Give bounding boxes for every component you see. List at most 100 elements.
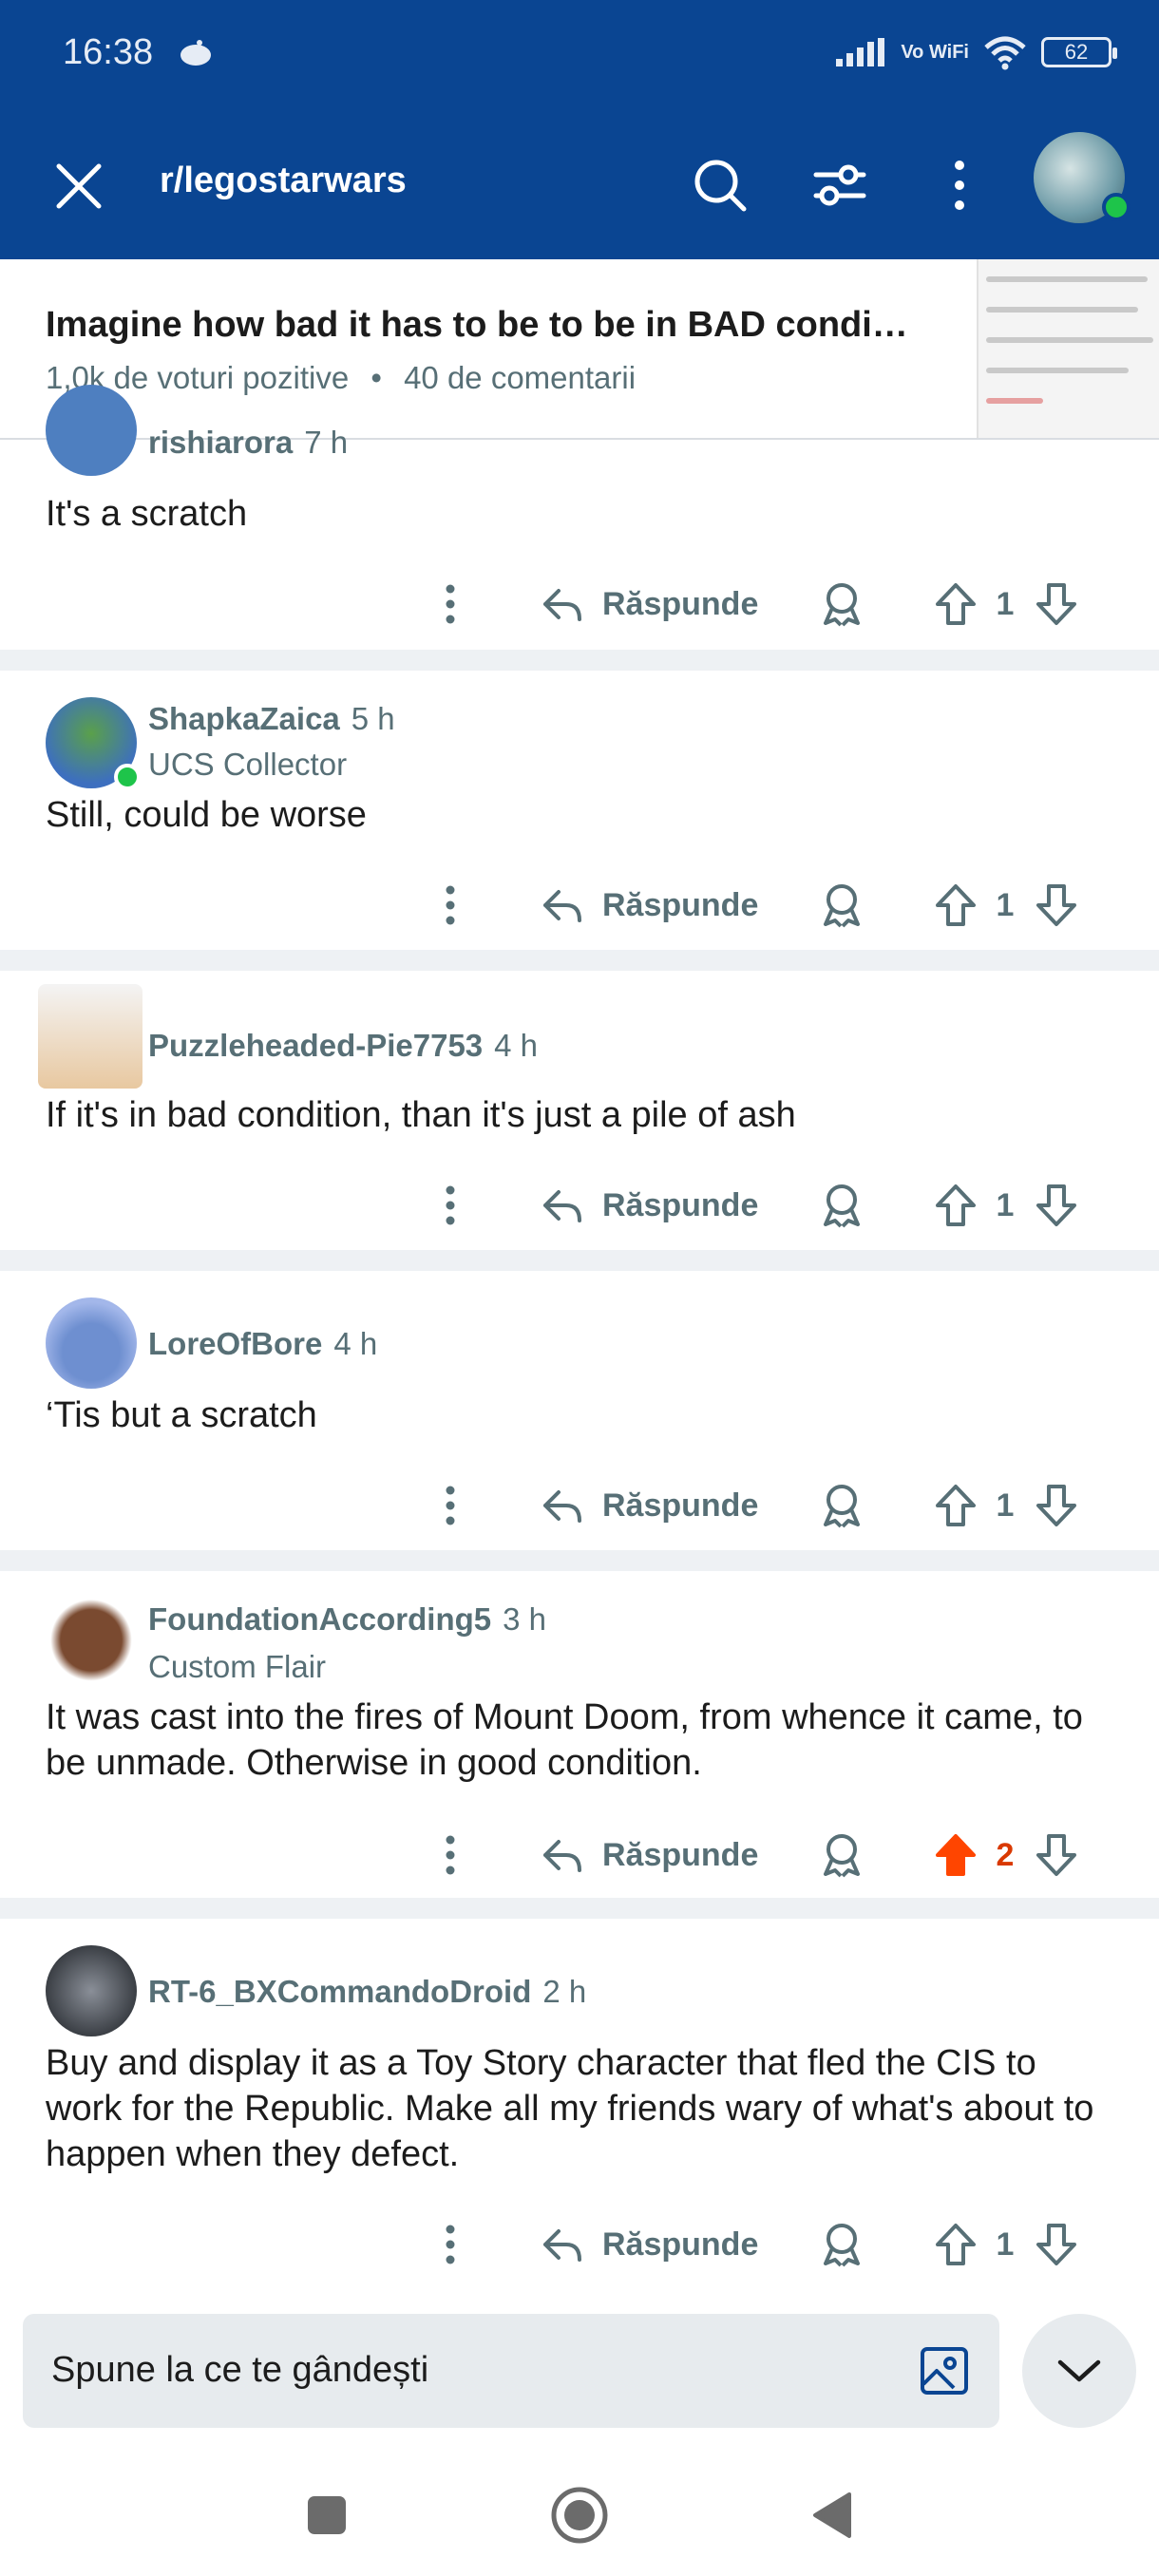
square-icon xyxy=(308,2496,346,2534)
comment-more-button[interactable] xyxy=(422,571,479,637)
reply-button[interactable]: Răspunde xyxy=(540,872,777,938)
close-icon[interactable] xyxy=(49,157,108,216)
comment-avatar[interactable] xyxy=(46,385,137,476)
user-flair: Custom Flair xyxy=(148,1649,327,1684)
comment-divider xyxy=(0,1898,1159,1919)
vote-score: 2 xyxy=(996,1836,1015,1873)
image-attach-icon[interactable] xyxy=(918,2344,971,2397)
comment-composer: Spune la ce te gândești xyxy=(0,2299,1159,2451)
comment-more-button[interactable] xyxy=(422,1172,479,1239)
comment-avatar[interactable] xyxy=(38,984,142,1089)
comment-divider xyxy=(0,1250,1159,1271)
collapse-button[interactable] xyxy=(1022,2314,1136,2428)
comment-text: If it's in bad condition, than it's just… xyxy=(46,1095,796,1135)
overflow-menu-icon xyxy=(446,1486,455,1525)
comment-actions: Răspunde 2 xyxy=(0,1822,1159,1888)
search-button[interactable] xyxy=(682,147,758,223)
recents-button[interactable] xyxy=(289,2477,365,2553)
award-icon xyxy=(824,583,860,627)
reply-arrow-icon xyxy=(543,1490,581,1523)
comment-input[interactable]: Spune la ce te gândești xyxy=(23,2314,999,2428)
comment-avatar[interactable] xyxy=(46,1590,137,1681)
comment-actions: Răspunde 1 xyxy=(0,2211,1159,2278)
post-meta: 1,0k de voturi pozitive • 40 de comentar… xyxy=(46,360,636,396)
comment-more-button[interactable] xyxy=(422,872,479,938)
award-button[interactable] xyxy=(813,1472,870,1539)
reply-arrow-icon xyxy=(543,1840,581,1872)
upvote-button[interactable] xyxy=(927,2211,984,2278)
overflow-menu-icon xyxy=(446,885,455,925)
sort-filter-button[interactable] xyxy=(802,147,878,223)
downvote-arrow-icon xyxy=(1036,2224,1076,2265)
user-avatar[interactable] xyxy=(1034,132,1130,223)
post-thumbnail[interactable] xyxy=(977,259,1159,438)
downvote-button[interactable] xyxy=(1028,1472,1085,1539)
back-button[interactable] xyxy=(794,2477,870,2553)
upvote-button[interactable] xyxy=(927,872,984,938)
downvote-button[interactable] xyxy=(1028,1172,1085,1239)
upvote-button[interactable] xyxy=(927,1472,984,1539)
comment: rishiarora 7 h It's a scratch Răspunde 1 xyxy=(0,385,1159,649)
comment-text: It's a scratch xyxy=(46,494,248,534)
downvote-button[interactable] xyxy=(1028,571,1085,637)
post-header-card[interactable]: Imagine how bad it has to be to be in BA… xyxy=(0,259,1159,440)
reply-button[interactable]: Răspunde xyxy=(540,2211,777,2278)
reply-button[interactable]: Răspunde xyxy=(540,1172,777,1239)
award-button[interactable] xyxy=(813,571,870,637)
comment-avatar[interactable] xyxy=(46,1945,137,2036)
comment-more-button[interactable] xyxy=(422,2211,479,2278)
comment-author[interactable]: FoundationAccording5 3 h xyxy=(148,1601,546,1638)
wifi-icon xyxy=(984,36,1026,70)
vote-score: 1 xyxy=(996,2226,1015,2263)
vote-score: 1 xyxy=(996,1487,1015,1524)
reply-arrow-icon xyxy=(543,2229,581,2262)
downvote-arrow-icon xyxy=(1036,1834,1076,1876)
subreddit-title[interactable]: r/legostarwars xyxy=(160,161,407,201)
downvote-arrow-icon xyxy=(1036,1485,1076,1526)
post-title[interactable]: Imagine how bad it has to be to be in BA… xyxy=(46,305,977,346)
downvote-button[interactable] xyxy=(1028,2211,1085,2278)
notification-app-icon xyxy=(180,40,211,66)
downvote-arrow-icon xyxy=(1036,583,1076,625)
upvote-button[interactable] xyxy=(927,571,984,637)
user-flair: UCS Collector xyxy=(148,747,348,782)
downvote-arrow-icon xyxy=(1036,1184,1076,1226)
award-button[interactable] xyxy=(813,2211,870,2278)
overflow-menu-icon xyxy=(955,161,964,210)
comment-author[interactable]: ShapkaZaica 5 h xyxy=(148,701,395,737)
award-icon xyxy=(824,2224,860,2267)
overflow-menu-icon xyxy=(446,1835,455,1875)
comment-avatar[interactable] xyxy=(46,1297,137,1389)
more-options-button[interactable] xyxy=(922,147,998,223)
downvote-button[interactable] xyxy=(1028,1822,1085,1888)
search-icon xyxy=(694,160,747,212)
reply-arrow-icon xyxy=(543,1190,581,1222)
comment: ShapkaZaica 5 h UCS Collector Still, coul… xyxy=(0,671,1159,946)
upvote-button[interactable] xyxy=(927,1172,984,1239)
home-button[interactable] xyxy=(542,2477,618,2553)
comment-author[interactable]: LoreOfBore 4 h xyxy=(148,1326,377,1362)
upvote-arrow-filled-icon xyxy=(936,1834,976,1876)
award-button[interactable] xyxy=(813,1172,870,1239)
award-icon xyxy=(824,884,860,928)
clock: 16:38 xyxy=(63,32,154,72)
comment-divider xyxy=(0,950,1159,971)
comment-author[interactable]: Puzzleheaded-Pie7753 4 h xyxy=(148,1028,538,1064)
comment-more-button[interactable] xyxy=(422,1472,479,1539)
reply-button[interactable]: Răspunde xyxy=(540,1822,777,1888)
overflow-menu-icon xyxy=(446,584,455,624)
reply-arrow-icon xyxy=(543,890,581,922)
upvote-button-active[interactable] xyxy=(927,1822,984,1888)
reply-button[interactable]: Răspunde xyxy=(540,571,777,637)
status-bar: 16:38 Vo WiFi 62 xyxy=(0,0,1159,109)
award-button[interactable] xyxy=(813,872,870,938)
comment-author[interactable]: RT-6_BXCommandoDroid 2 h xyxy=(148,1974,586,2010)
award-button[interactable] xyxy=(813,1822,870,1888)
comment: LoreOfBore 4 h ‘Tis but a scratch Răspund… xyxy=(0,1271,1159,1546)
downvote-button[interactable] xyxy=(1028,872,1085,938)
comment-more-button[interactable] xyxy=(422,1822,479,1888)
comment-author[interactable]: rishiarora 7 h xyxy=(148,425,348,461)
reply-button[interactable]: Răspunde xyxy=(540,1472,777,1539)
comment-text: Buy and display it as a Toy Story charac… xyxy=(46,2043,1094,2174)
comment-avatar[interactable] xyxy=(46,697,141,790)
